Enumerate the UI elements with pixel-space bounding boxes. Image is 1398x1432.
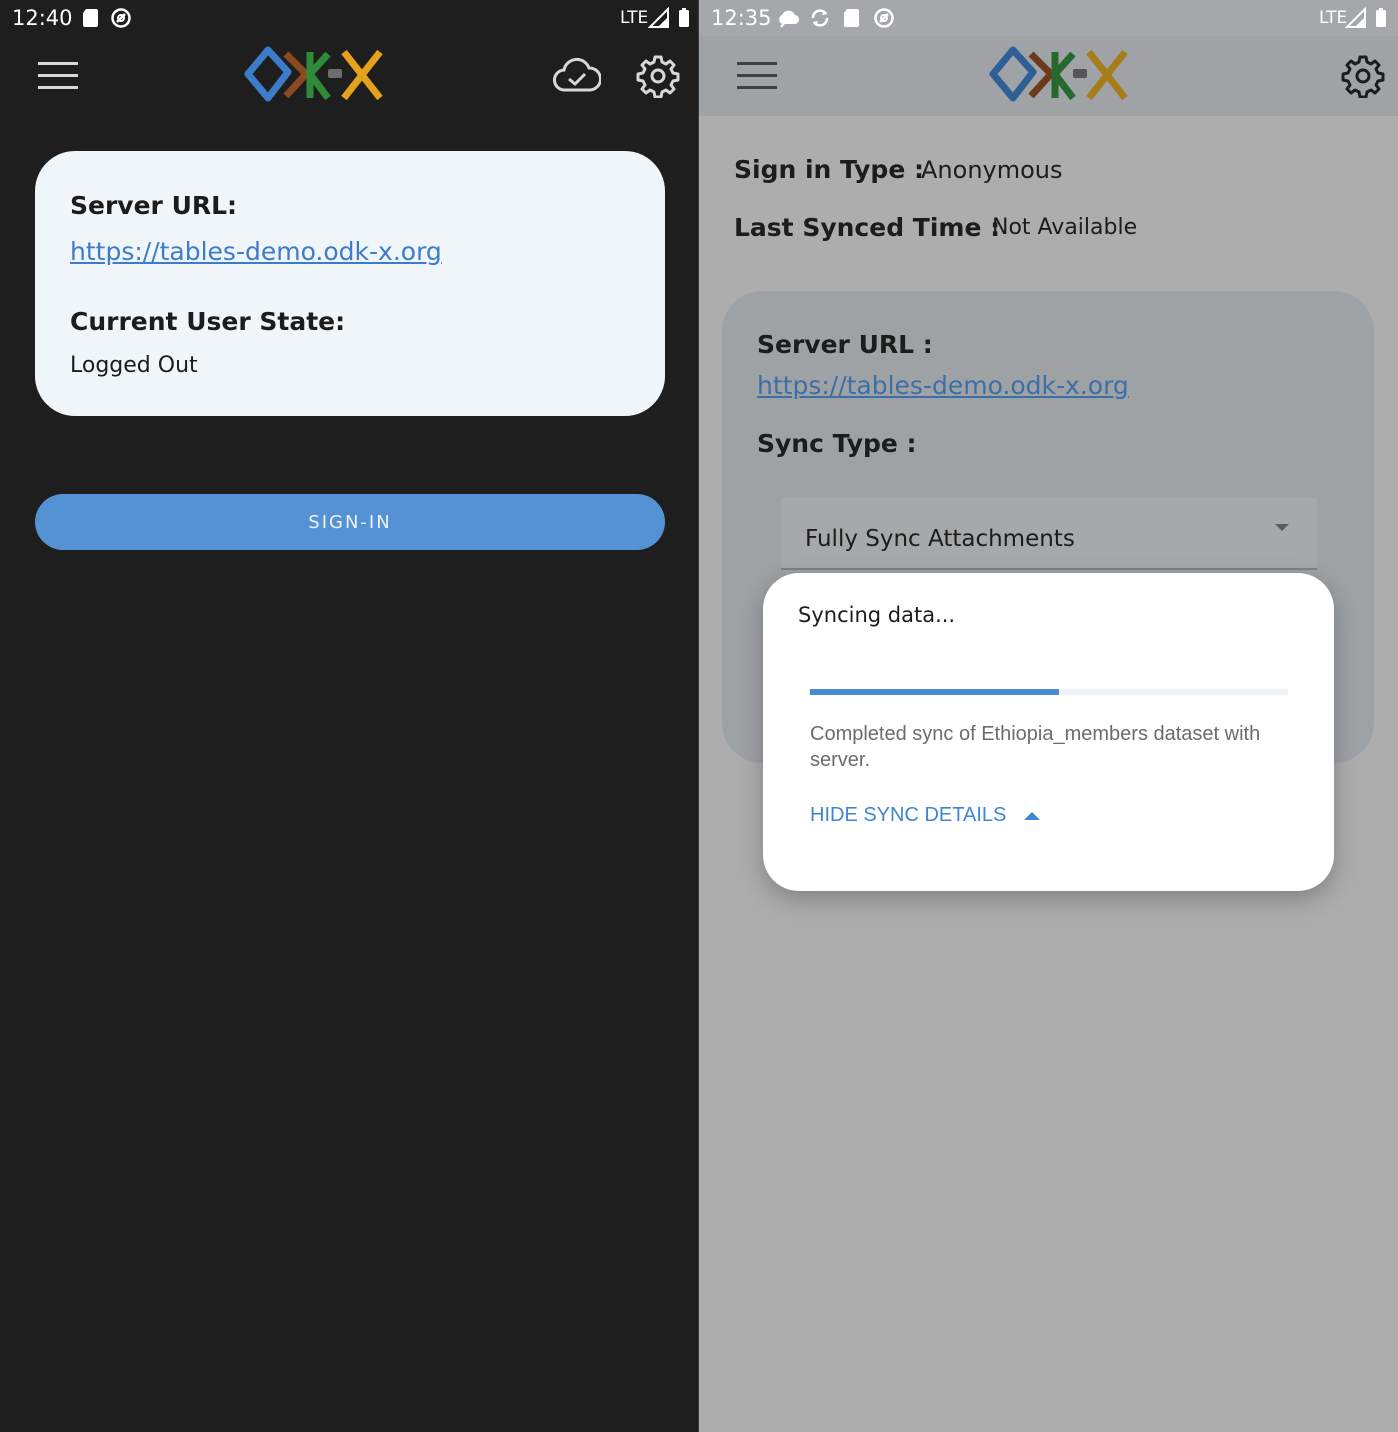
dropdown-caret-icon [1275, 524, 1289, 531]
no-disturb-icon [874, 8, 894, 28]
odk-x-logo [989, 46, 1128, 102]
server-url-label: Server URL: [70, 191, 238, 220]
right-screen: 12:35 LTE Sign in Type : Anonymous Last … [699, 0, 1398, 1432]
caret-up-icon [1024, 811, 1041, 820]
network-type: LTE [620, 8, 649, 28]
signal-icon [1345, 7, 1366, 28]
server-url-link[interactable]: https://tables-demo.odk-x.org [70, 237, 442, 266]
dialog-title: Syncing data... [798, 603, 956, 627]
sd-card-icon [83, 9, 98, 27]
cloud-check-icon[interactable] [553, 56, 601, 96]
signal-icon [648, 7, 669, 28]
menu-icon[interactable] [737, 60, 779, 92]
status-bar: 12:40 LTE [0, 0, 698, 36]
sync-progress-dialog: Syncing data... Completed sync of Ethiop… [763, 573, 1334, 891]
network-type: LTE [1319, 8, 1348, 28]
status-bar: 12:35 LTE [699, 0, 1398, 36]
sync-icon [811, 9, 829, 27]
sd-card-icon [844, 9, 859, 27]
sign-in-type-label: Sign in Type : [734, 155, 924, 184]
sync-type-select[interactable]: Fully Sync Attachments [781, 498, 1317, 570]
server-info-card: Server URL: https://tables-demo.odk-x.or… [35, 151, 665, 416]
battery-icon [1376, 8, 1386, 27]
server-url-link[interactable]: https://tables-demo.odk-x.org [757, 371, 1129, 400]
sign-in-button[interactable]: SIGN-IN [35, 494, 665, 550]
sync-type-selected: Fully Sync Attachments [805, 526, 1075, 552]
odk-x-logo [244, 46, 383, 102]
hide-sync-details-button[interactable]: HIDE SYNC DETAILS [810, 804, 1041, 827]
sync-progress-fill [810, 689, 1059, 695]
sign-in-type-value: Anonymous [921, 156, 1063, 184]
status-time: 12:35 [711, 6, 772, 30]
menu-icon[interactable] [38, 60, 80, 92]
cloud-sync-icon [779, 10, 799, 28]
last-synced-value: Not Available [992, 215, 1138, 240]
user-state-label: Current User State: [70, 307, 346, 336]
user-state-value: Logged Out [70, 353, 198, 378]
settings-gear-icon[interactable] [636, 54, 680, 98]
hide-sync-details-label: HIDE SYNC DETAILS [810, 804, 1007, 826]
left-screen: 12:40 LTE Server URL: https://tables-dem… [0, 0, 698, 1432]
sync-progress-bar [810, 689, 1288, 695]
settings-gear-icon[interactable] [1341, 54, 1385, 98]
last-synced-label: Last Synced Time : [734, 213, 1001, 242]
sync-status-message: Completed sync of Ethiopia_members datas… [810, 723, 1261, 771]
server-url-label: Server URL : [757, 330, 933, 359]
sync-type-label: Sync Type : [757, 429, 917, 458]
battery-icon [679, 8, 689, 27]
status-time: 12:40 [12, 6, 73, 30]
no-disturb-icon [111, 8, 131, 28]
